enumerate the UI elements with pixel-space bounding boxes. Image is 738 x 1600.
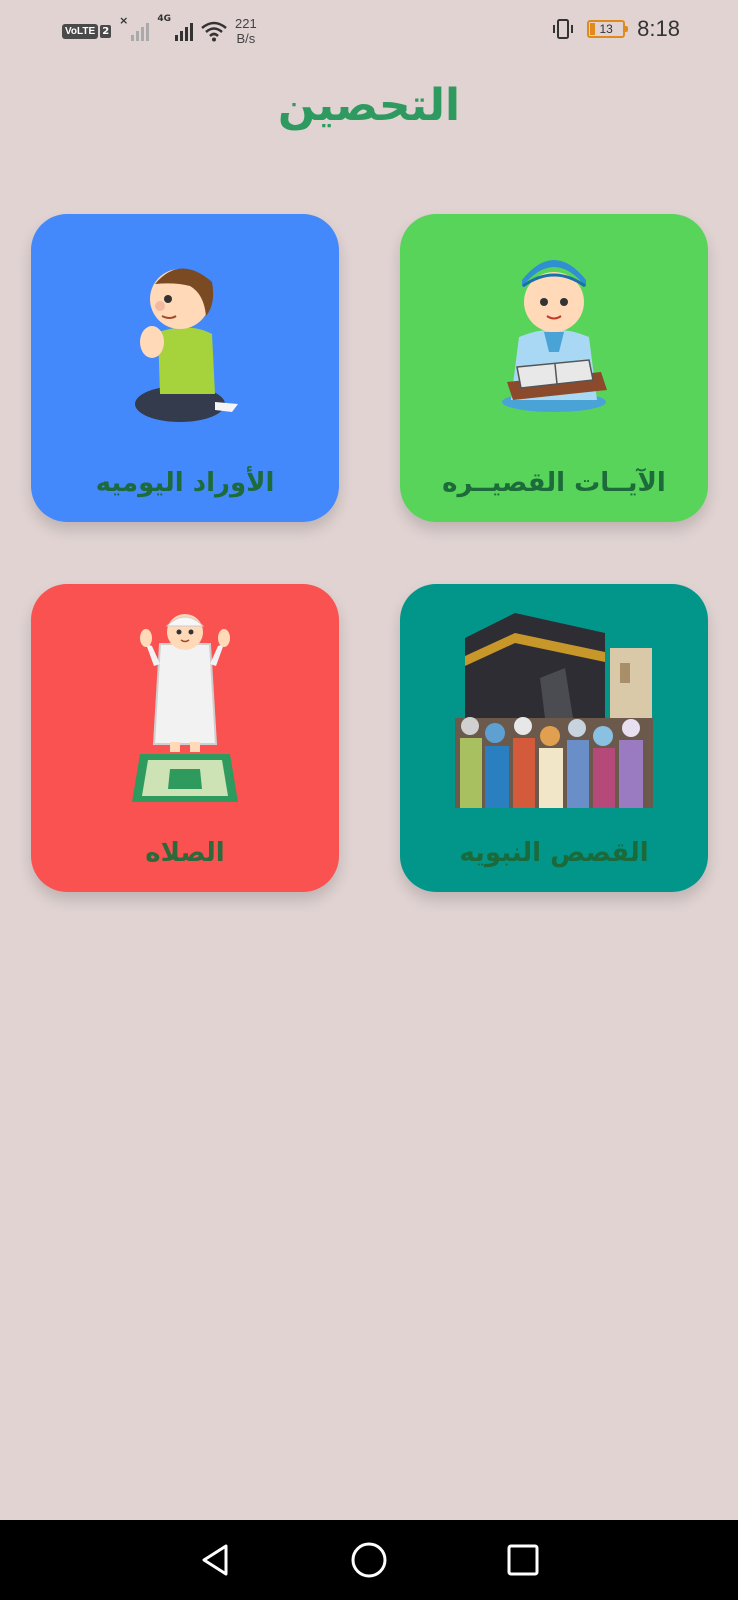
system-nav-bar — [0, 1520, 738, 1600]
back-icon — [202, 1544, 228, 1576]
battery-level: 13 — [599, 22, 613, 36]
signal-bars-sim1-icon — [131, 21, 150, 41]
no-signal-x-icon: × — [119, 14, 129, 27]
status-left: VoLTE 2 × 4G 221 B/s — [62, 14, 257, 48]
network-speed: 221 B/s — [235, 16, 257, 46]
nav-back-button[interactable] — [193, 1538, 237, 1582]
boy-reading-quran-icon — [502, 260, 607, 412]
signal-bars-sim2-icon — [175, 21, 194, 41]
card-label: الصلاه — [145, 838, 225, 868]
card-prayer[interactable]: الصلاه — [31, 584, 339, 892]
nav-home-button[interactable] — [347, 1538, 391, 1582]
card-short-verses[interactable]: الآيــات القصيــره — [400, 214, 708, 522]
card-label: الأوراد اليوميه — [95, 468, 275, 498]
recents-icon — [507, 1544, 539, 1576]
kaaba-crowd-icon — [455, 613, 653, 808]
home-icon — [351, 1542, 387, 1578]
network-speed-unit: B/s — [236, 31, 256, 46]
status-right: 13 8:18 — [551, 14, 680, 44]
vibrate-icon — [553, 19, 574, 39]
battery-icon: 13 — [587, 20, 629, 38]
clock: 8:18 — [637, 16, 680, 41]
boy-praying-dua-icon — [135, 268, 238, 422]
network-speed-value: 221 — [235, 16, 257, 31]
card-label: الآيــات القصيــره — [442, 468, 666, 498]
status-bar: VoLTE 2 × 4G 221 B/s 13 8:18 — [0, 0, 738, 60]
wifi-icon — [201, 21, 227, 42]
card-daily-supplications[interactable]: الأوراد اليوميه — [31, 214, 339, 522]
network-type-label: 4G — [157, 14, 172, 24]
sim-slot-badge: 2 — [100, 24, 112, 38]
page-title: التحصين — [277, 80, 461, 131]
nav-recents-button[interactable] — [501, 1538, 545, 1582]
card-prophetic-stories[interactable]: القصص النبويه — [400, 584, 708, 892]
boy-prayer-mat-icon — [132, 614, 238, 802]
volte-icon: VoLTE — [62, 23, 99, 39]
card-label: القصص النبويه — [459, 838, 649, 868]
